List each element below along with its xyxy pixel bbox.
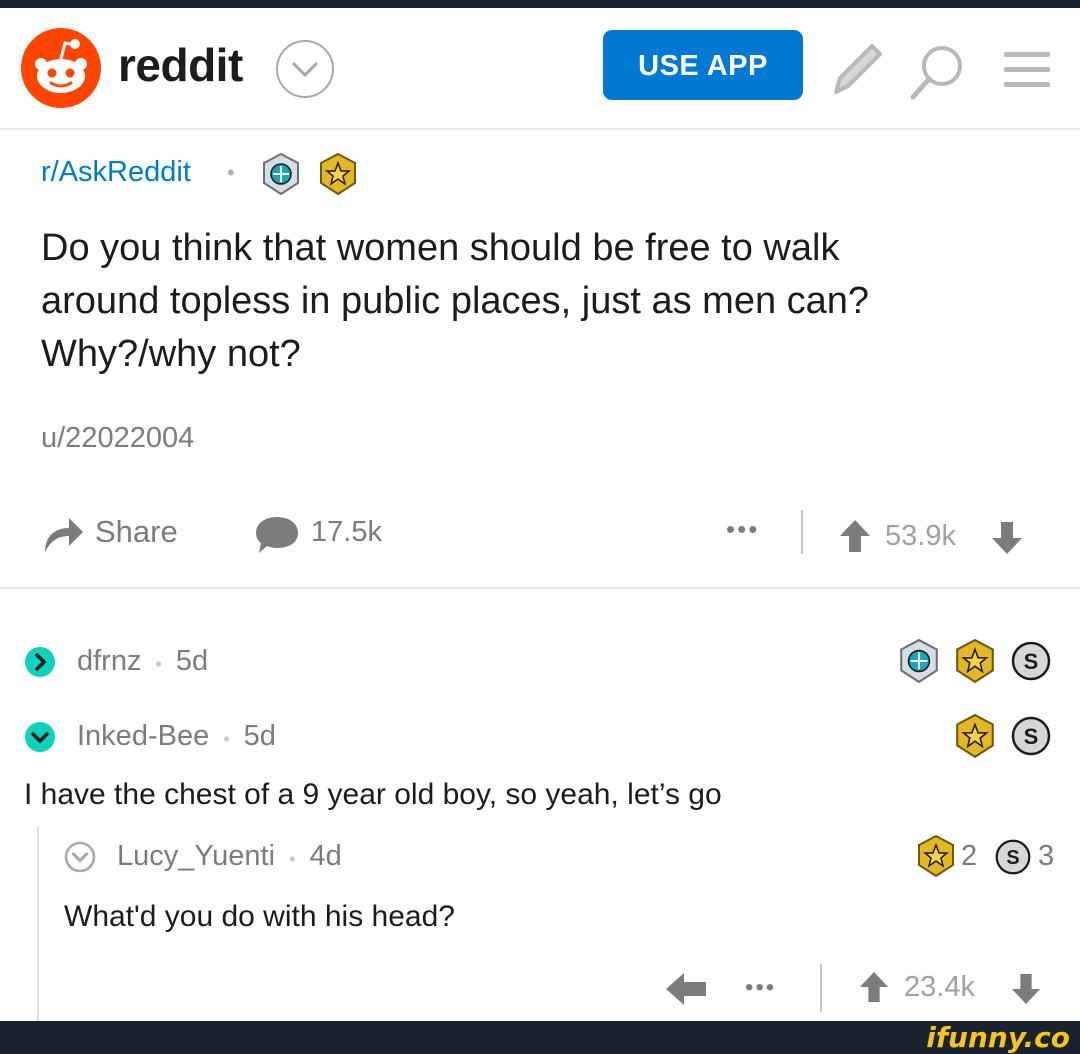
comment-username[interactable]: Lucy_Yuenti xyxy=(117,840,275,872)
chevron-down-icon[interactable] xyxy=(276,40,334,98)
gold-award-icon[interactable] xyxy=(916,834,956,878)
silver-award-icon[interactable]: S xyxy=(1010,640,1052,682)
silver-award-icon[interactable]: S xyxy=(994,838,1032,876)
separator-dot: • xyxy=(155,654,162,674)
more-options-icon[interactable]: ••• xyxy=(726,514,759,545)
pencil-icon[interactable] xyxy=(828,38,886,100)
platinum-award-icon[interactable] xyxy=(897,638,941,684)
use-app-button[interactable]: USE APP xyxy=(603,30,803,100)
silver-award-count: 3 xyxy=(1038,840,1055,872)
comment-age: 4d xyxy=(309,840,342,872)
reddit-alien-icon[interactable] xyxy=(21,28,101,108)
comment-author-row: Inked-Bee • 5d xyxy=(77,720,276,753)
silver-award-icon[interactable]: S xyxy=(1010,715,1052,757)
comment-body: What'd you do with his head? xyxy=(64,900,455,933)
downvote-arrow-icon[interactable] xyxy=(990,520,1024,556)
collapse-comment-icon[interactable] xyxy=(24,721,56,753)
post-title-line: Do you think that women should be free t… xyxy=(41,227,840,269)
comment-age: 5d xyxy=(243,720,276,752)
reply-arrow-icon[interactable] xyxy=(664,970,708,1008)
gold-award-icon[interactable] xyxy=(318,152,358,196)
share-icon[interactable] xyxy=(41,512,85,554)
gold-award-icon[interactable] xyxy=(953,713,997,759)
comment-count[interactable]: 17.5k xyxy=(311,516,382,549)
hamburger-menu-icon[interactable] xyxy=(1002,50,1052,90)
separator-dot: • xyxy=(289,849,296,869)
comment-username[interactable]: Inked-Bee xyxy=(77,720,209,752)
search-icon[interactable] xyxy=(906,42,968,104)
header-bar: reddit USE APP xyxy=(0,8,1080,130)
separator-dot: • xyxy=(227,160,235,185)
top-status-strip xyxy=(0,0,1080,8)
expand-comment-icon[interactable] xyxy=(24,646,56,678)
comment-vote-score: 23.4k xyxy=(904,971,975,1003)
ifunny-watermark: ifunny.co xyxy=(926,1021,1070,1054)
post-title-line: Why?/why not? xyxy=(41,333,301,375)
thread-line xyxy=(37,826,39,1021)
svg-text:S: S xyxy=(1024,724,1039,749)
vote-divider xyxy=(801,510,803,554)
post-title[interactable]: Do you think that women should be free t… xyxy=(41,222,1001,381)
svg-text:S: S xyxy=(1024,649,1039,674)
post-author[interactable]: u/22022004 xyxy=(41,422,194,455)
comment-body: I have the chest of a 9 year old boy, so… xyxy=(24,778,722,811)
svg-text:S: S xyxy=(1006,847,1019,869)
comment-author-row: dfrnz • 5d xyxy=(77,645,208,678)
comment-age: 5d xyxy=(175,645,209,677)
platinum-award-icon[interactable] xyxy=(261,152,301,196)
collapse-comment-icon[interactable] xyxy=(64,841,96,873)
post-comments-divider xyxy=(0,587,1080,589)
post-title-line: around topless in public places, just as… xyxy=(41,280,870,322)
downvote-arrow-icon[interactable] xyxy=(1010,972,1042,1006)
bottom-strip xyxy=(0,1021,1080,1054)
gold-award-count: 2 xyxy=(961,840,978,872)
comment-username[interactable]: dfrnz xyxy=(77,645,141,677)
reddit-wordmark[interactable]: reddit xyxy=(118,38,243,92)
post-vote-score: 53.9k xyxy=(885,520,956,552)
vote-divider xyxy=(820,964,822,1012)
separator-dot: • xyxy=(223,729,230,749)
more-options-icon[interactable]: ••• xyxy=(745,974,776,1002)
share-button[interactable]: Share xyxy=(95,514,178,550)
upvote-arrow-icon[interactable] xyxy=(858,970,890,1004)
upvote-arrow-icon[interactable] xyxy=(838,518,872,554)
subreddit-link[interactable]: r/AskReddit xyxy=(41,156,191,189)
comment-author-row: Lucy_Yuenti • 4d xyxy=(117,840,342,873)
post-action-bar: Share 17.5k ••• 53.9k xyxy=(0,500,1080,570)
comment-bubble-icon[interactable] xyxy=(254,514,300,556)
gold-award-icon[interactable] xyxy=(953,638,997,684)
